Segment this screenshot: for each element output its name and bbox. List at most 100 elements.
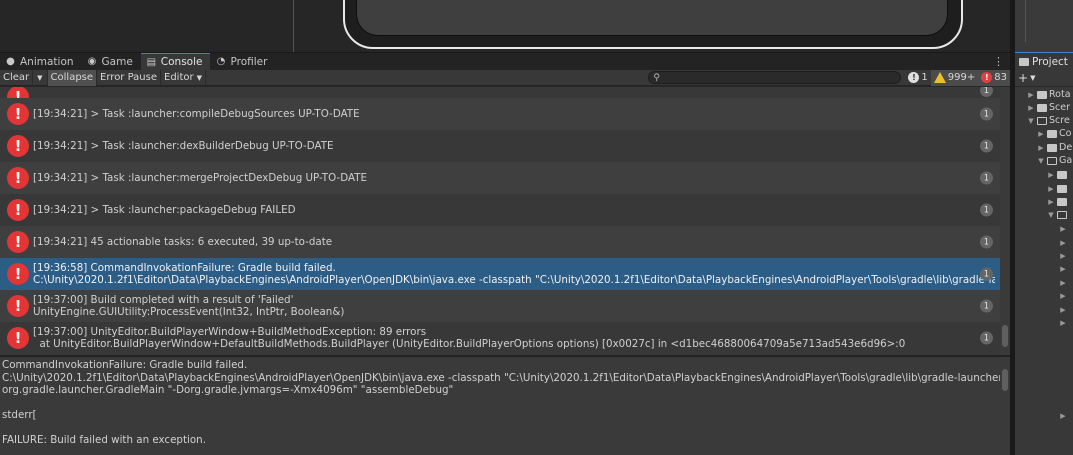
log-count-badge: 1 — [980, 107, 993, 121]
tab-animation[interactable]: ● Animation — [0, 53, 82, 70]
detail-line: FAILURE: Build failed with an exception. — [2, 434, 206, 446]
tree-item[interactable]: ▼ — [1047, 208, 1067, 221]
log-count-badge: 1 — [980, 331, 993, 345]
expand-arrow-icon[interactable]: ▶ — [1059, 252, 1067, 260]
add-icon[interactable]: + — [1018, 71, 1028, 85]
log-detail-pane[interactable]: CommandInvokationFailure: Gradle build f… — [0, 357, 1053, 455]
log-entry[interactable]: ! [19:34:21] > Task :launcher:dexBuilder… — [0, 130, 1000, 162]
log-entry[interactable]: ! [19:34:21] 45 actionable tasks: 6 exec… — [0, 226, 1000, 258]
expand-arrow-icon[interactable]: ▶ — [1059, 239, 1067, 247]
project-tree[interactable]: ▶ Rota ▶ Scer ▼ Scre ▶ Co ▶ De ▼ Ga ▶ ▶ … — [1015, 87, 1073, 455]
editor-dropdown[interactable]: Editor ▼ — [161, 69, 207, 86]
tab-menu-icon[interactable]: ⋮ — [987, 53, 1010, 70]
error-pause-label: Error Pause — [100, 72, 158, 83]
log-entry[interactable]: ! [19:34:21] > Task :launcher:packageDeb… — [0, 194, 1000, 226]
expand-arrow-icon[interactable]: ▶ — [1047, 185, 1055, 193]
tree-item[interactable]: ▶ — [1059, 236, 1067, 249]
log-entry[interactable]: ! [19:34:21] > Task :launcher:mergeProje… — [0, 162, 1000, 194]
expand-arrow-icon[interactable]: ▶ — [1059, 306, 1067, 314]
tree-item[interactable]: ▶ — [1047, 168, 1067, 181]
collapse-toggle[interactable]: Collapse — [47, 69, 98, 86]
expand-arrow-icon[interactable]: ▶ — [1059, 412, 1067, 420]
tree-label: Co — [1059, 128, 1072, 139]
tree-item[interactable]: ▼ Ga — [1037, 154, 1072, 167]
log-message: [19:34:21] > Task :launcher:packageDebug… — [33, 204, 296, 216]
tree-item[interactable]: ▶ — [1059, 249, 1067, 262]
tab-project[interactable]: Project — [1015, 52, 1073, 70]
warning-icon — [933, 72, 946, 83]
folder-icon — [1037, 103, 1047, 112]
expand-arrow-icon[interactable]: ▶ — [1027, 104, 1035, 112]
folder-icon — [1057, 197, 1067, 206]
tree-label: Ga — [1059, 155, 1073, 166]
tab-game[interactable]: ◉ Game — [82, 53, 141, 70]
folder-open-icon — [1057, 210, 1067, 219]
detail-line: org.gradle.launcher.GradleMain "-Dorg.gr… — [2, 384, 454, 396]
log-count-badge: 1 — [980, 299, 993, 313]
error-pause-toggle[interactable]: Error Pause — [97, 69, 162, 86]
scrollbar-thumb[interactable] — [1002, 369, 1008, 391]
expand-arrow-icon[interactable]: ▶ — [1037, 130, 1045, 138]
chevron-down-icon[interactable]: ▼ — [1030, 74, 1035, 82]
log-entry[interactable]: ! [19:37:00] UnityEditor.BuildPlayerWind… — [0, 322, 1000, 354]
info-icon: ! — [908, 72, 920, 83]
tab-profiler[interactable]: ◔ Profiler — [210, 53, 275, 70]
tree-item[interactable]: ▶ — [1047, 195, 1067, 208]
collapse-arrow-icon[interactable]: ▼ — [1037, 157, 1045, 165]
log-message: [19:34:21] > Task :launcher:mergeProject… — [33, 172, 367, 184]
info-count: 1 — [921, 72, 928, 83]
tree-label: Scre — [1049, 115, 1070, 126]
log-message: [19:36:58] CommandInvokationFailure: Gra… — [33, 262, 995, 286]
log-list-scrollbar[interactable] — [1000, 87, 1010, 356]
tree-item[interactable]: ▶ Rota — [1027, 88, 1070, 101]
tree-item[interactable]: ▶ — [1059, 289, 1067, 302]
warning-filter-toggle[interactable]: 999+ — [930, 69, 979, 86]
tree-item[interactable]: ▶ Co — [1037, 127, 1071, 140]
tree-item[interactable]: ▶ — [1059, 316, 1067, 329]
tree-item[interactable]: ▶ De — [1037, 141, 1072, 154]
detail-scrollbar[interactable] — [1000, 357, 1010, 455]
clear-options-dropdown[interactable]: ▼ — [33, 69, 48, 86]
expand-arrow-icon[interactable]: ▶ — [1047, 171, 1055, 179]
log-count-badge: 1 — [980, 235, 993, 249]
expand-arrow-icon[interactable]: ▶ — [1027, 91, 1035, 99]
expand-arrow-icon[interactable]: ▶ — [1059, 292, 1067, 300]
tab-console[interactable]: ▤ Console — [140, 53, 211, 70]
expand-arrow-icon[interactable]: ▶ — [1047, 198, 1055, 206]
error-filter-toggle[interactable]: ! 83 — [978, 69, 1010, 86]
chevron-down-icon: ▼ — [37, 73, 43, 82]
search-input[interactable]: ⚲ — [648, 71, 902, 84]
error-icon: ! — [7, 327, 29, 349]
detail-line — [2, 422, 998, 435]
tree-item[interactable]: ▶ — [1059, 303, 1067, 316]
log-entry[interactable]: ! 1 — [0, 87, 1000, 108]
tree-item[interactable]: ▶ — [1059, 262, 1067, 275]
tree-item[interactable]: ▼ Scre — [1027, 114, 1070, 127]
expand-arrow-icon[interactable]: ▶ — [1037, 144, 1045, 152]
clear-button[interactable]: Clear — [0, 69, 34, 86]
folder-open-icon — [1047, 156, 1057, 165]
project-toolbar: + ▼ — [1015, 70, 1073, 86]
log-entry[interactable]: ! [19:34:21] > Task :launcher:compileDeb… — [0, 98, 1000, 130]
expand-arrow-icon[interactable]: ▶ — [1059, 279, 1067, 287]
log-count-badge: 1 — [980, 203, 993, 217]
tree-item[interactable]: ▶ — [1059, 409, 1067, 422]
detail-line: CommandInvokationFailure: Gradle build f… — [2, 359, 248, 371]
tab-label: Profiler — [230, 55, 268, 68]
expand-arrow-icon[interactable]: ▶ — [1059, 319, 1067, 327]
error-icon: ! — [7, 135, 29, 157]
log-entry-selected[interactable]: ! [19:36:58] CommandInvokationFailure: G… — [0, 258, 1000, 290]
collapse-arrow-icon[interactable]: ▼ — [1027, 117, 1035, 125]
tree-item[interactable]: ▶ — [1059, 276, 1067, 289]
scrollbar-thumb[interactable] — [1002, 325, 1008, 347]
expand-arrow-icon[interactable]: ▶ — [1059, 225, 1067, 233]
log-entry[interactable]: ! [19:37:00] Build completed with a resu… — [0, 290, 1000, 322]
folder-icon — [1037, 90, 1047, 99]
expand-arrow-icon[interactable]: ▶ — [1059, 265, 1067, 273]
tree-item[interactable]: ▶ — [1047, 182, 1067, 195]
tree-item[interactable]: ▶ Scer — [1027, 101, 1070, 114]
collapse-arrow-icon[interactable]: ▼ — [1047, 211, 1055, 219]
info-filter-toggle[interactable]: ! 1 — [905, 70, 930, 86]
tree-item[interactable]: ▶ — [1059, 222, 1067, 235]
console-log-list[interactable]: ! 1 ! [19:34:21] > Task :launcher:compil… — [0, 87, 1000, 356]
